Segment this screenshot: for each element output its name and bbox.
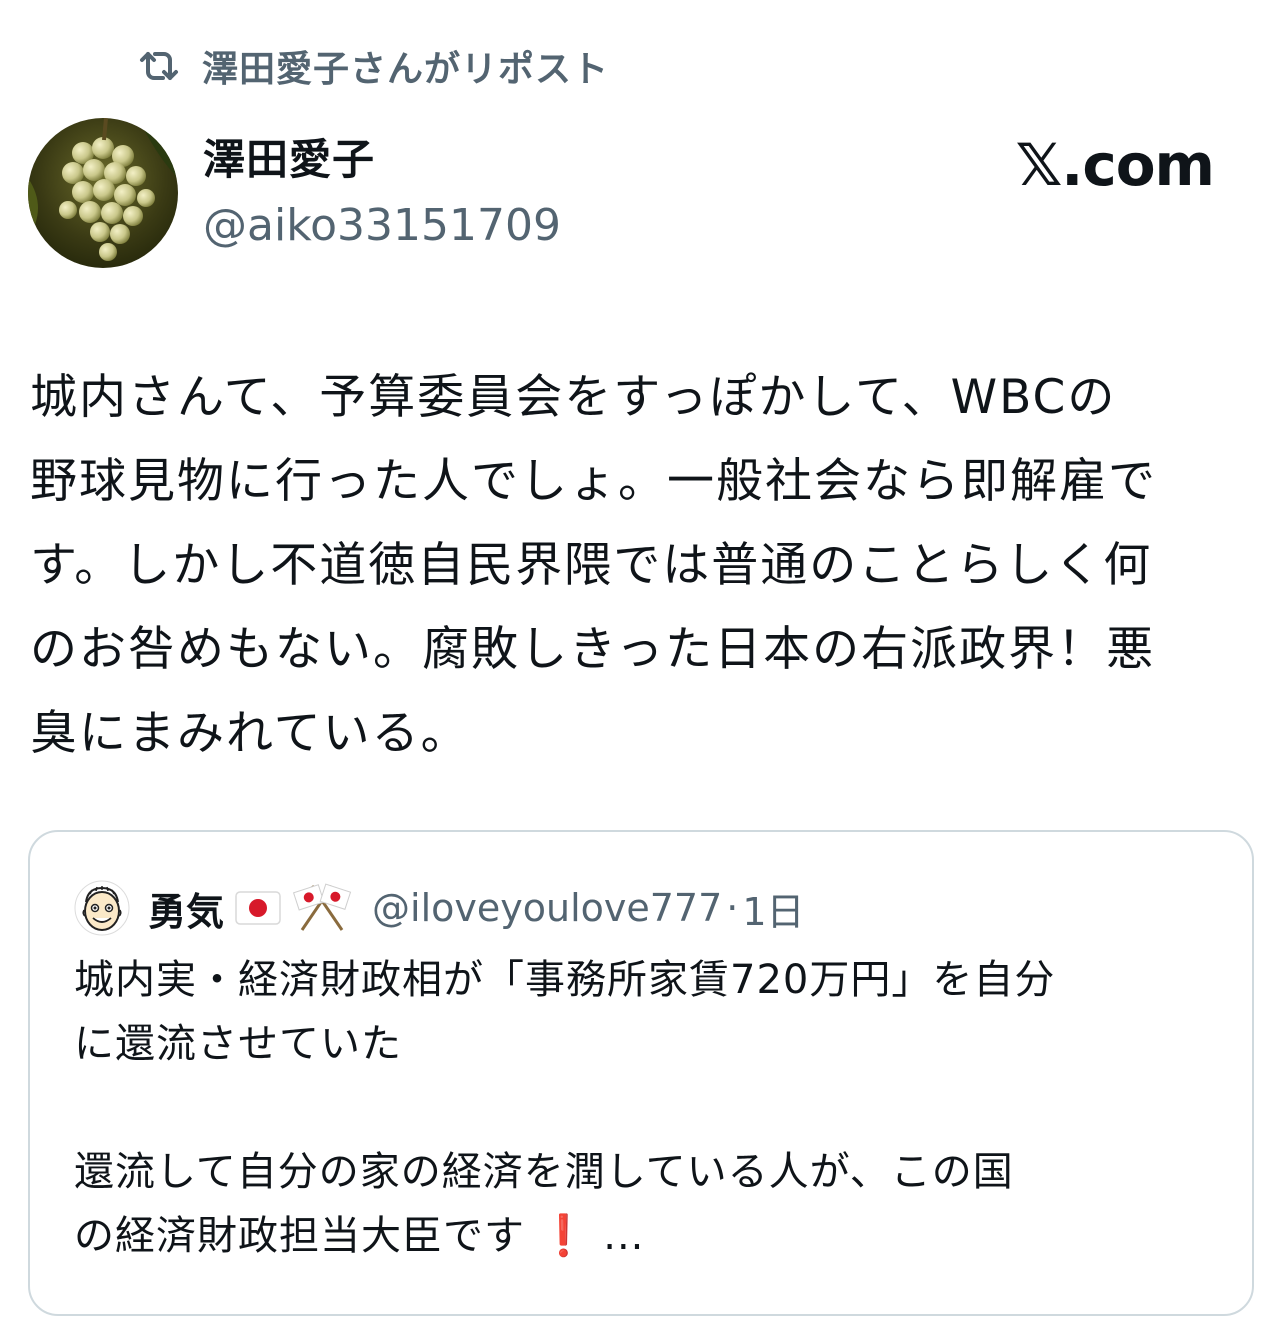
crossed-flags-emoji [292, 882, 352, 934]
quoted-tweet-time[interactable]: 1日 [742, 881, 804, 936]
x-brand-logo: 𝕏.com [1015, 131, 1215, 199]
quoted-author-name[interactable]: 勇気 [148, 881, 224, 936]
quoted-tweet-text: 城内実・経済財政相が「事務所家賃720万円」を自分 に還流させていた 還流して自… [74, 948, 1224, 1268]
author-avatar[interactable] [28, 118, 178, 268]
quoted-author-handle[interactable]: @iloveyoulove777 [372, 886, 722, 930]
tweet-text: 城内さんて、予算委員会をすっぽかして、WBCの 野球見物に行った人でしょ。一般社… [30, 370, 1157, 761]
repost-icon [136, 46, 182, 86]
quoted-tweet-card[interactable]: 勇気 @iloveyoulove777 · 1日 城内実・経済財政相が「事務所家… [28, 830, 1254, 1316]
quoted-tweet-header: 勇気 @iloveyoulove777 · 1日 [74, 876, 805, 940]
author-handle[interactable]: @aiko33151709 [203, 200, 561, 252]
japan-flag-emoji [234, 890, 282, 926]
repost-indicator[interactable]: 澤田愛子さんがリポスト [136, 40, 609, 92]
author-display-name[interactable]: 澤田愛子 [203, 134, 375, 186]
exclamation-emoji: ❗ [538, 1213, 590, 1259]
quoted-author-avatar[interactable] [74, 880, 130, 936]
quoted-tweet-ellipsis: ... [589, 1213, 645, 1259]
separator-dot: · [726, 886, 739, 930]
repost-text: 澤田愛子さんがリポスト [202, 49, 610, 90]
